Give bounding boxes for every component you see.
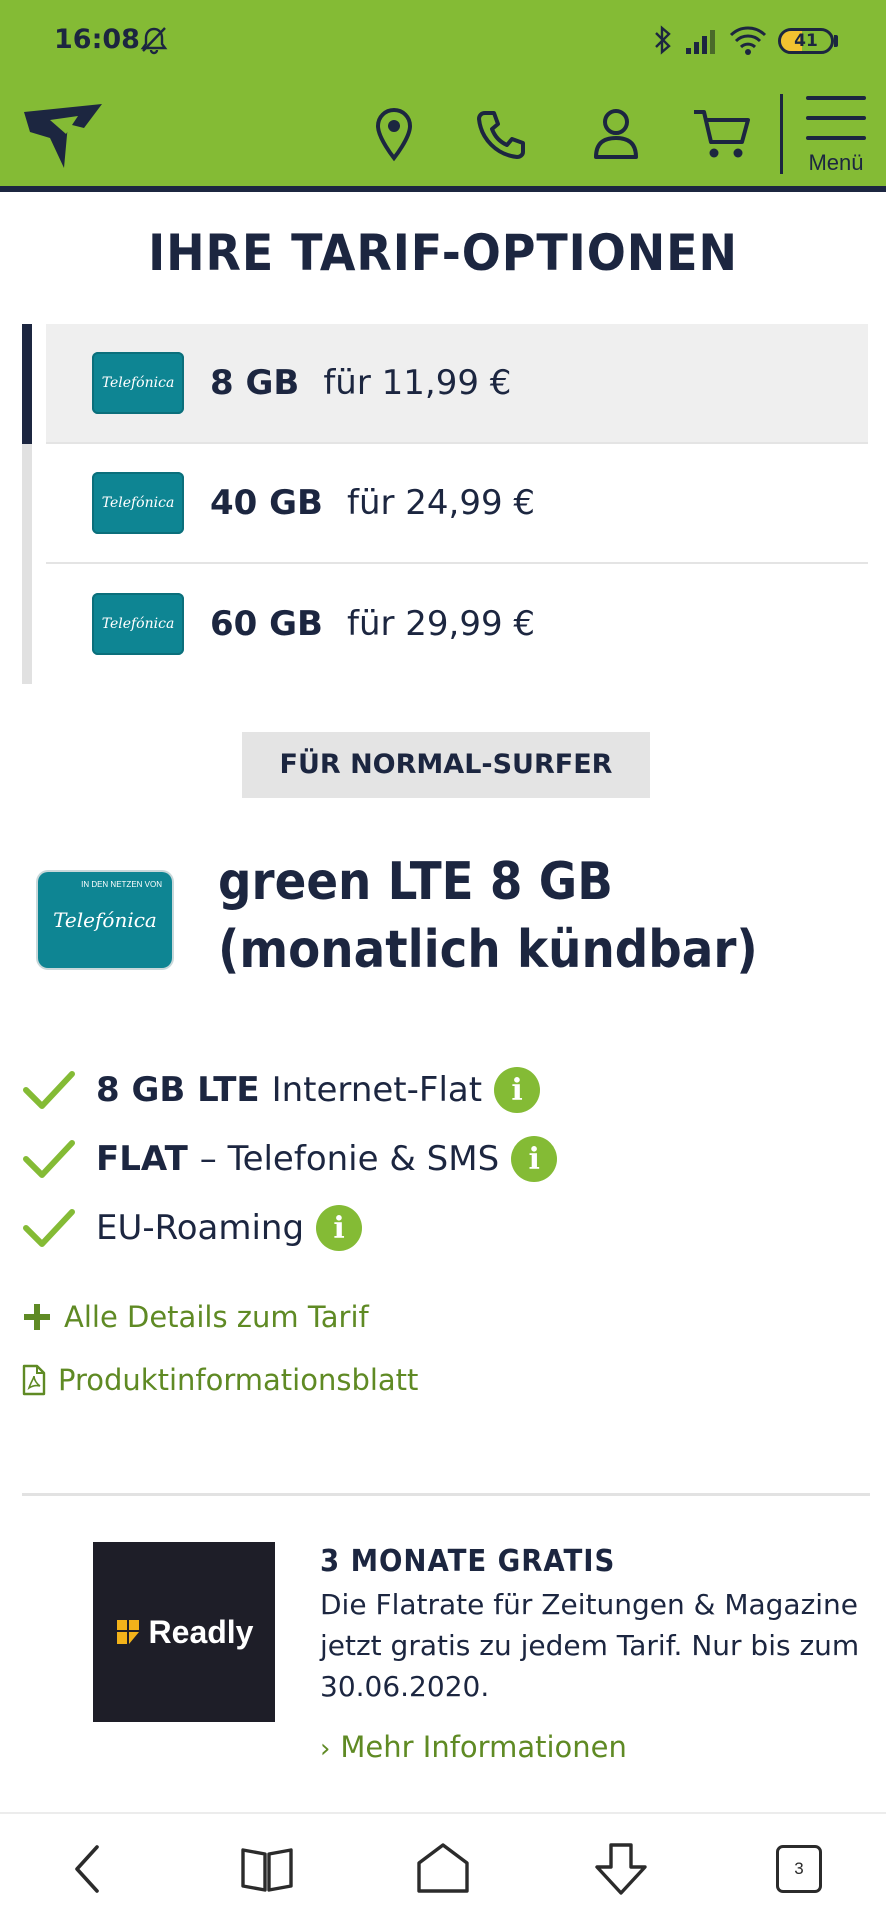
telefonica-badge: Telefónica [92, 593, 184, 655]
logo-network-text: IN DEN NETZEN VON [81, 880, 162, 889]
status-bar: 16:08 41 [0, 0, 886, 80]
brand-logo-icon[interactable] [20, 98, 106, 174]
user-icon [594, 109, 638, 159]
section-title: IHRE TARIF-OPTIONEN [148, 224, 738, 282]
site-header: Menü [0, 80, 886, 192]
telefonica-badge: Telefónica [92, 352, 184, 414]
status-time: 16:08 [54, 24, 140, 55]
product-title: green LTE 8 GB (monatlich kündbar) [218, 848, 794, 984]
all-details-link[interactable]: Alle Details zum Tarif [22, 1300, 369, 1334]
tariff-option-8gb[interactable]: Telefónica 8 GB für 11,99 € [22, 324, 868, 444]
option-volume: 60 GB [210, 604, 323, 644]
feature-text: Internet-Flat [271, 1070, 483, 1110]
readly-mark-icon [116, 1620, 139, 1644]
battery-icon: 41 [778, 28, 834, 54]
check-icon [23, 1209, 75, 1247]
tabs-icon: 3 [776, 1845, 822, 1893]
plus-icon [24, 1304, 50, 1330]
location-button[interactable] [362, 102, 426, 166]
option-volume: 40 GB [210, 483, 323, 523]
feature-item: EU-Roaming i [22, 1203, 363, 1253]
all-details-label: Alle Details zum Tarif [64, 1300, 369, 1334]
back-button[interactable] [52, 1834, 122, 1904]
download-icon [595, 1843, 647, 1895]
phone-icon [477, 111, 525, 159]
tariff-option-60gb[interactable]: Telefónica 60 GB für 29,99 € [22, 564, 868, 684]
menu-label: Menü [808, 150, 864, 175]
info-icon[interactable]: i [494, 1067, 541, 1113]
option-price: für 24,99 € [346, 483, 536, 523]
more-info-link[interactable]: › Mehr Informationen [320, 1730, 627, 1764]
cart-button[interactable] [690, 102, 754, 166]
wifi-icon [729, 26, 767, 55]
product-info-sheet-label: Produktinformationsblatt [58, 1363, 419, 1397]
telefonica-badge: Telefónica [92, 472, 184, 534]
product-title-line1: green LTE 8 GB [218, 852, 613, 912]
home-button[interactable] [408, 1834, 478, 1904]
back-icon [75, 1845, 99, 1893]
promo-title: 3 MONATE GRATIS [320, 1544, 616, 1579]
bluetooth-icon [655, 25, 671, 55]
tariff-option-40gb[interactable]: Telefónica 40 GB für 24,99 € [22, 444, 868, 564]
option-volume: 8 GB [210, 363, 300, 403]
feature-item: 8 GB LTE Internet-Flat i [22, 1065, 541, 1115]
browser-bottom-nav: 3 [0, 1812, 886, 1920]
feature-text: EU-Roaming [96, 1208, 305, 1248]
chevron-right-icon: › [320, 1734, 331, 1764]
cart-icon [694, 110, 750, 158]
promo-text: Die Flatrate für Zeitungen & Magazine je… [320, 1588, 860, 1703]
product-info-sheet-link[interactable]: Produktinformationsblatt [22, 1363, 418, 1397]
feature-bold: FLAT [96, 1139, 188, 1179]
download-button[interactable] [586, 1834, 656, 1904]
signal-icon [686, 30, 715, 54]
option-price: für 11,99 € [323, 363, 512, 403]
more-info-label: Mehr Informationen [340, 1730, 627, 1764]
location-icon [375, 107, 413, 162]
bell-muted-icon [140, 27, 168, 55]
bookmarks-button[interactable] [232, 1834, 302, 1904]
home-icon [417, 1843, 469, 1893]
check-icon [23, 1071, 75, 1109]
battery-level: 41 [794, 31, 818, 51]
check-icon [23, 1140, 75, 1178]
battery-nub [834, 35, 838, 47]
telefonica-logo: IN DEN NETZEN VON Telefónica [38, 872, 172, 968]
product-title-line2: (monatlich kündbar) [218, 920, 758, 980]
divider [22, 1493, 870, 1496]
feature-item: FLAT – Telefonie & SMS i [22, 1134, 558, 1184]
info-icon[interactable]: i [511, 1136, 558, 1182]
feature-bold: 8 GB LTE [96, 1070, 260, 1110]
target-group-label: FÜR NORMAL-SURFER [242, 732, 650, 798]
phone-button[interactable] [470, 102, 534, 166]
tabs-button[interactable]: 3 [764, 1834, 834, 1904]
tariff-options: Telefónica 8 GB für 11,99 € Telefónica 4… [22, 324, 868, 684]
readly-logo[interactable]: Readly [93, 1542, 275, 1722]
feature-text: – Telefonie & SMS [199, 1139, 500, 1179]
logo-brand-text: Telefónica [53, 908, 157, 932]
info-icon[interactable]: i [316, 1205, 363, 1251]
menu-button[interactable]: Menü [800, 96, 872, 178]
bookmarks-icon [241, 1848, 293, 1892]
readly-logo-text: Readly [148, 1613, 254, 1650]
pdf-file-icon [22, 1364, 46, 1396]
option-price: für 29,99 € [346, 604, 536, 644]
account-button[interactable] [584, 102, 648, 166]
header-divider [780, 94, 783, 174]
